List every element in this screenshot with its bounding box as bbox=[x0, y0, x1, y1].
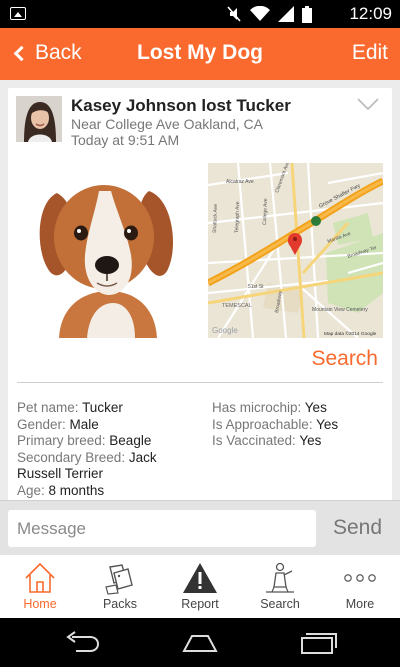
mute-icon bbox=[227, 6, 241, 22]
warning-icon bbox=[182, 560, 218, 596]
detail-age: Age: 8 months bbox=[17, 482, 105, 498]
edit-button[interactable]: Edit bbox=[352, 39, 388, 67]
map-label-51st: 51st St bbox=[248, 284, 264, 290]
tab-home-label: Home bbox=[23, 597, 57, 611]
tab-home[interactable]: Home bbox=[0, 555, 80, 618]
post-location: Near College Ave Oakland, CA bbox=[71, 116, 263, 132]
tab-search-label: Search bbox=[260, 597, 300, 611]
post-title: Kasey Johnson lost Tucker bbox=[71, 96, 291, 115]
pet-details-left: Pet name: Tucker Gender: Male Primary br… bbox=[17, 400, 197, 499]
tab-packs-label: Packs bbox=[102, 597, 138, 611]
chevron-left-icon bbox=[13, 45, 30, 61]
location-map[interactable]: Alcatraz Ave Claremont Ave Telegraph Ave… bbox=[208, 163, 383, 338]
tab-search[interactable]: Search bbox=[240, 555, 320, 618]
map-label-temescal: TEMESCAL bbox=[222, 303, 252, 309]
detail-secondary-breed: Secondary Breed: Jack Russell Terrier bbox=[17, 449, 157, 482]
detail-gender: Gender: Male bbox=[17, 416, 99, 432]
search-link[interactable]: Search bbox=[311, 346, 378, 372]
map-label-telegraph: Telegraph Ave bbox=[234, 201, 241, 233]
avatar[interactable] bbox=[16, 96, 62, 142]
detail-microchip: Has microchip: Yes bbox=[212, 400, 327, 415]
back-label: Back bbox=[35, 41, 82, 64]
home-icon bbox=[22, 560, 58, 596]
message-input[interactable] bbox=[8, 510, 316, 547]
content-area[interactable]: Kasey Johnson lost Tucker Near College A… bbox=[0, 80, 400, 500]
detail-pet-name: Pet name: Tucker bbox=[17, 400, 123, 415]
pet-details-right: Has microchip: Yes Is Approachable: Yes … bbox=[212, 400, 387, 450]
more-icon bbox=[342, 560, 378, 596]
message-bar: Send bbox=[0, 500, 400, 555]
wifi-icon bbox=[250, 6, 270, 21]
map-label-cemetery: Mountain View Cemetery bbox=[312, 307, 368, 313]
post-time: Today at 9:51 AM bbox=[71, 132, 180, 148]
recents-icon[interactable] bbox=[298, 630, 338, 656]
tab-report-label: Report bbox=[181, 597, 219, 611]
post-header: Kasey Johnson lost Tucker Near College A… bbox=[16, 96, 386, 156]
tab-more[interactable]: More bbox=[320, 555, 400, 618]
map-google-logo: Google bbox=[212, 326, 238, 335]
map-attribution: Map data ©2014 Google bbox=[324, 330, 377, 337]
send-button[interactable]: Send bbox=[333, 515, 382, 541]
detail-primary-breed: Primary breed: Beagle bbox=[17, 433, 152, 448]
map-label-college: College Ave bbox=[262, 198, 269, 225]
detail-approachable: Is Approachable: Yes bbox=[212, 416, 339, 432]
search-person-icon bbox=[262, 560, 298, 596]
tab-more-label: More bbox=[345, 597, 375, 611]
status-bar: 12:09 bbox=[0, 0, 400, 28]
detail-vaccinated: Is Vaccinated: Yes bbox=[212, 433, 322, 448]
system-nav-bar bbox=[0, 618, 400, 667]
bottom-tab-bar: Home Packs Report Search More bbox=[0, 555, 400, 618]
map-label-alcatraz: Alcatraz Ave bbox=[226, 179, 254, 185]
chevron-down-icon[interactable] bbox=[356, 96, 380, 112]
pet-photo[interactable] bbox=[17, 163, 192, 338]
divider bbox=[17, 382, 383, 383]
image-icon bbox=[10, 7, 26, 20]
app-bar: Back Lost My Dog Edit bbox=[0, 28, 400, 80]
lost-pet-card: Kasey Johnson lost Tucker Near College A… bbox=[8, 88, 392, 500]
status-time: 12:09 bbox=[349, 4, 392, 23]
tab-report[interactable]: Report bbox=[160, 555, 240, 618]
signal-icon bbox=[278, 6, 294, 22]
tab-packs[interactable]: Packs bbox=[80, 555, 160, 618]
back-button[interactable]: Back bbox=[12, 39, 82, 67]
battery-icon bbox=[302, 5, 312, 23]
back-icon[interactable] bbox=[62, 630, 102, 656]
map-label-shattuck: Shattuck Ave bbox=[212, 204, 219, 234]
home-icon[interactable] bbox=[180, 630, 220, 656]
dog-tags-icon bbox=[102, 560, 138, 596]
